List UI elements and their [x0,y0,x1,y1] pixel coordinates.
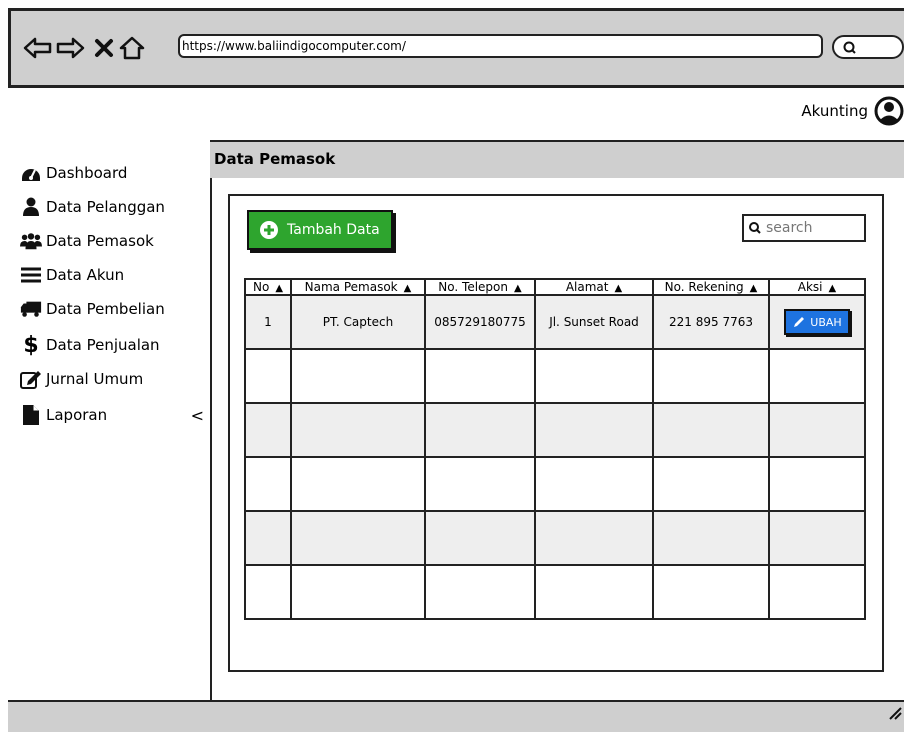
add-data-label: Tambah Data [287,222,380,238]
cell-telepon: 085729180775 [424,294,536,350]
page-title: Data Pemasok [214,150,336,168]
add-data-button[interactable]: Tambah Data [247,210,393,250]
table-row: 1 PT. Captech 085729180775 Jl. Sunset Ro… [244,294,866,350]
search-icon [843,41,856,54]
resize-grip-icon[interactable] [888,706,902,720]
cell-aksi: UBAH [768,294,866,350]
sort-icon: ▲︎ [749,283,758,294]
avatar-icon[interactable] [874,96,904,126]
table-row [244,348,866,404]
table-row [244,510,866,566]
sidebar-item-label: Dashboard [46,164,128,182]
home-icon[interactable] [117,33,147,63]
column-header-no-rekening[interactable]: No. Rekening ▲︎ [652,278,770,296]
stop-icon[interactable] [89,33,119,63]
sidebar-item-label: Data Penjualan [46,336,160,354]
chevron-left-icon[interactable]: < [191,406,204,425]
cell-no: 1 [244,294,292,350]
file-icon [20,404,42,426]
pencil-icon [794,317,805,327]
sidebar-item-data-pelanggan[interactable]: Data Pelanggan [20,194,165,220]
search-placeholder: search [766,220,813,236]
truck-icon [20,298,42,320]
sidebar-item-jurnal-umum[interactable]: Jurnal Umum [20,366,143,392]
status-bar [8,700,904,732]
dollar-icon: $ [23,332,39,358]
sort-icon: ▲︎ [614,283,623,294]
cell-rekening: 221 895 7763 [652,294,770,350]
column-header-no-telepon[interactable]: No. Telepon ▲︎ [424,278,536,296]
url-text: https://www.baliindigocomputer.com/ [182,39,406,53]
sidebar-item-data-akun[interactable]: Data Akun [20,262,124,288]
search-icon [749,222,761,234]
sidebar-item-data-pemasok[interactable]: Data Pemasok [20,228,154,254]
cell-alamat: Jl. Sunset Road [534,294,654,350]
sidebar-item-label: Jurnal Umum [46,370,144,388]
browser-search[interactable] [832,35,904,59]
column-header-alamat[interactable]: Alamat ▲︎ [534,278,654,296]
column-header-aksi[interactable]: Aksi ▲︎ [768,278,866,296]
sidebar-item-label: Data Pembelian [46,300,165,318]
table-header-row: No ▲︎ Nama Pemasok ▲︎ No. Telepon ▲︎ Alamat… [244,278,866,296]
users-icon [20,230,42,252]
table-row [244,456,866,512]
forward-icon[interactable] [55,33,85,63]
sidebar-item-label: Data Pelanggan [46,198,165,216]
sidebar-item-label: Data Akun [46,266,125,284]
edit-button-label: UBAH [810,315,842,329]
sort-icon: ▲︎ [828,283,837,294]
cell-nama: PT. Captech [290,294,426,350]
sidebar: Dashboard Data Pelanggan Data Pemasok Da… [8,88,212,700]
sidebar-item-label: Laporan [46,406,108,424]
table-row [244,402,866,458]
edit-button[interactable]: UBAH [784,309,850,335]
list-icon [20,264,42,286]
supplier-table: No ▲︎ Nama Pemasok ▲︎ No. Telepon ▲︎ Alamat… [244,278,866,620]
search-input[interactable]: search [742,214,866,242]
sidebar-item-data-penjualan[interactable]: $ Data Penjualan [20,332,160,358]
page-title-bar: Data Pemasok [210,142,904,178]
app-header: Akunting [210,88,904,142]
plus-circle-icon [260,221,278,239]
sidebar-item-label: Data Pemasok [46,232,154,250]
sort-icon: ▲︎ [514,283,522,294]
edit-icon [20,368,42,390]
back-icon[interactable] [23,33,53,63]
sort-icon: ▲︎ [403,283,412,294]
sidebar-item-data-pembelian[interactable]: Data Pembelian [20,296,165,322]
user-label[interactable]: Akunting [801,102,868,120]
sidebar-item-laporan[interactable]: Laporan < [20,402,204,428]
sort-icon: ▲︎ [275,283,284,294]
column-header-no[interactable]: No ▲︎ [244,278,292,296]
dashboard-icon [20,162,42,184]
url-bar[interactable]: https://www.baliindigocomputer.com/ [178,34,823,58]
table-row [244,564,866,620]
sidebar-item-dashboard[interactable]: Dashboard [20,160,127,186]
user-icon [20,196,42,218]
column-header-nama-pemasok[interactable]: Nama Pemasok ▲︎ [290,278,426,296]
